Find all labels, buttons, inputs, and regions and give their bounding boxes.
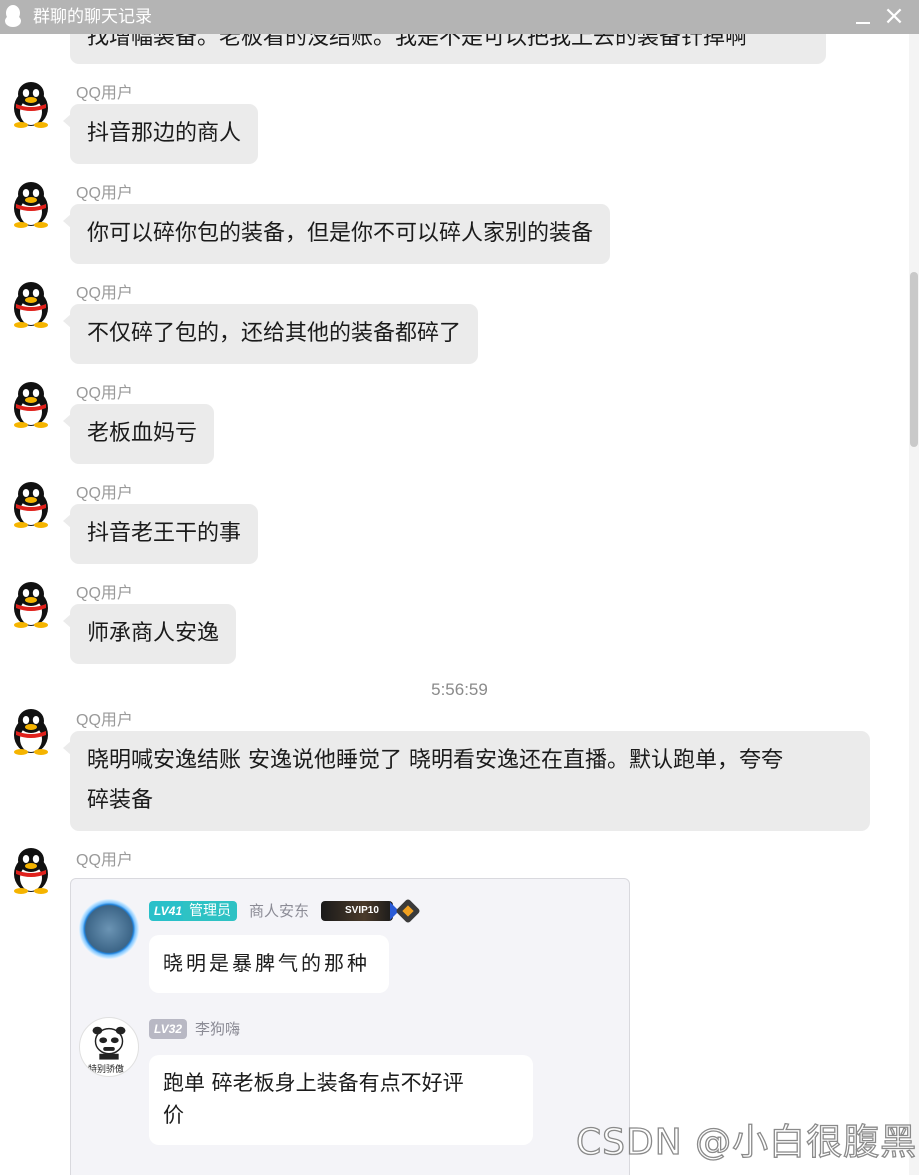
scrollbar-track[interactable] — [909, 34, 919, 1175]
inner-message-bubble: 跑单 碎老板身上装备有点不好评 价 — [149, 1055, 533, 1145]
message-timestamp: 5:56:59 — [431, 680, 488, 699]
qq-penguin-avatar[interactable] — [9, 707, 53, 755]
window-title: 群聊的聊天记录 — [33, 7, 152, 27]
scrollbar-thumb[interactable] — [910, 272, 918, 447]
message-bubble[interactable]: 你可以碎你包的装备，但是你不可以碎人家别的装备 — [62, 204, 611, 264]
level-badge: LV32 — [149, 1019, 188, 1039]
message-bubble[interactable]: 老板血妈亏 — [62, 404, 215, 464]
qq-penguin-avatar[interactable] — [9, 846, 53, 894]
chat-history: 找增幅装备。老板看的没结账。我是不是可以把我上去的装备针掉啊 QQ用户 抖音那边… — [0, 34, 919, 1175]
avatar-caption: 特别骄傲 — [88, 1065, 125, 1075]
sender-name: QQ用户 — [76, 852, 133, 869]
message-text: 找增幅装备。老板看的没结账。我是不是可以把我上去的装备针掉啊 — [87, 34, 748, 50]
sender-name: QQ用户 — [76, 585, 133, 602]
csdn-watermark: CSDN @小白很腹黑 — [575, 1121, 918, 1163]
inner-sender-name: 商人安东 — [249, 902, 310, 920]
sender-name: QQ用户 — [76, 385, 133, 402]
minimize-button[interactable] — [851, 6, 875, 28]
message-text: 不仅碎了包的，还给其他的装备都碎了 — [87, 321, 462, 346]
qq-penguin-avatar[interactable] — [9, 580, 53, 628]
message-bubble[interactable]: 不仅碎了包的，还给其他的装备都碎了 — [62, 304, 479, 364]
message-bubble-cut: 找增幅装备。老板看的没结账。我是不是可以把我上去的装备针掉啊 — [70, 34, 826, 64]
admin-tag: 管理员 — [183, 901, 237, 921]
window-titlebar: 群聊的聊天记录 × — [0, 0, 919, 34]
message-text: 抖音老王干的事 — [87, 521, 242, 546]
image-message-chat-screenshot[interactable]: LV41 管理员 商人安东 SVIP10 晓明是暴脾气的那种 特别骄傲 LV32… — [70, 878, 630, 1175]
level-badge: LV41 — [149, 901, 188, 921]
svip-badge: SVIP10 — [321, 901, 399, 921]
sender-name: QQ用户 — [76, 712, 133, 729]
inner-avatar: 特别骄傲 — [79, 1017, 139, 1077]
message-text: 抖音那边的商人 — [87, 121, 242, 146]
sender-name: QQ用户 — [76, 285, 133, 302]
inner-message-bubble: 晓明是暴脾气的那种 — [149, 935, 389, 993]
message-bubble[interactable]: 抖音那边的商人 — [62, 104, 259, 164]
qq-penguin-avatar[interactable] — [9, 180, 53, 228]
message-text: 老板血妈亏 — [87, 421, 198, 446]
message-text-line: 碎装备 — [87, 788, 154, 813]
message-bubble[interactable]: 晓明喊安逸结账 安逸说他睡觉了 晓明看安逸还在直播。默认跑单，夸夸 碎装备 — [63, 731, 870, 831]
gem-icon — [395, 898, 421, 924]
close-button[interactable]: × — [882, 3, 906, 29]
message-text: 你可以碎你包的装备，但是你不可以碎人家别的装备 — [87, 221, 594, 246]
message-text-line: 晓明喊安逸结账 安逸说他睡觉了 晓明看安逸还在直播。默认跑单，夸夸 — [87, 748, 783, 773]
inner-message-line: 价 — [163, 1103, 184, 1127]
message-bubble[interactable]: 师承商人安逸 — [62, 604, 237, 664]
inner-avatar — [79, 899, 139, 959]
sender-name: QQ用户 — [76, 185, 133, 202]
sender-name: QQ用户 — [76, 485, 133, 502]
sender-name: QQ用户 — [76, 85, 133, 102]
qq-penguin-avatar[interactable] — [9, 80, 53, 128]
qq-penguin-avatar[interactable] — [9, 380, 53, 428]
message-bubble[interactable]: 抖音老王干的事 — [62, 504, 259, 564]
inner-sender-name: 李狗嗨 — [195, 1020, 241, 1038]
qq-penguin-icon — [5, 5, 21, 27]
inner-message-line: 跑单 碎老板身上装备有点不好评 — [163, 1071, 464, 1095]
qq-penguin-avatar[interactable] — [9, 480, 53, 528]
message-text: 师承商人安逸 — [87, 621, 220, 646]
qq-penguin-avatar[interactable] — [9, 280, 53, 328]
